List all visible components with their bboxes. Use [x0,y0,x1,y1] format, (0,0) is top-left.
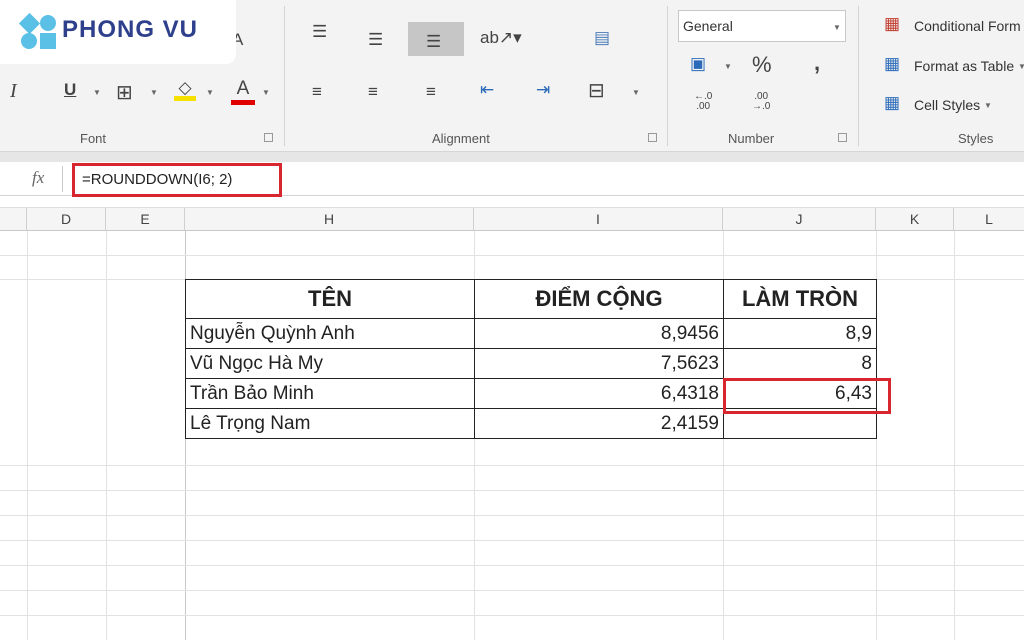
chevron-down-icon[interactable]: ▼ [632,88,640,97]
cell-styles-icon: ▦ [884,93,901,112]
column-header-l[interactable]: L [954,208,1024,231]
table-row: Nguyễn Quỳnh Anh 8,9456 8,9 [185,318,877,349]
increase-indent-icon[interactable]: ⇥ [536,80,550,100]
number-format-value: General [683,18,733,34]
selected-cell-highlight [723,378,891,414]
column-header-h[interactable]: H [185,208,474,231]
brand-logo: PHONG VU [0,0,236,64]
increase-decimal-button[interactable]: ←.0 .00 [694,92,712,112]
dialog-launcher-icon[interactable] [264,133,273,142]
column-header-k[interactable]: K [876,208,954,231]
cell-rounded[interactable]: 8,9 [723,318,877,349]
table-row: Vũ Ngọc Hà My 7,5623 8 [185,348,877,379]
top-align-icon[interactable]: ☰ [312,22,327,42]
chevron-down-icon: ▼ [833,23,841,32]
dialog-launcher-icon[interactable] [838,133,847,142]
wrap-text-icon[interactable]: ▤ [594,28,610,48]
comma-style-button[interactable]: , [814,50,820,76]
fill-color-icon[interactable]: ◇ [174,78,196,101]
cell-styles-label: Cell Styles [914,97,981,113]
percent-button[interactable]: % [752,52,772,78]
chevron-down-icon[interactable]: ▼ [724,62,732,71]
italic-button[interactable]: I [10,80,17,103]
ribbon-divider [0,152,1024,162]
cell-name[interactable]: Vũ Ngọc Hà My [185,348,475,379]
score-table: TÊN ĐIỂM CỘNG LÀM TRÒN Nguyễn Quỳnh Anh 8… [185,279,877,439]
header-rounded[interactable]: LÀM TRÒN [723,279,877,319]
formula-highlight-box [72,163,282,197]
accounting-format-icon[interactable]: ▣ [690,54,706,74]
align-left-icon[interactable]: ≡ [312,82,322,102]
header-name[interactable]: TÊN [185,279,475,319]
align-center-icon[interactable]: ≡ [368,82,378,102]
column-headers: D E H I J K L [0,207,1024,231]
cell-name[interactable]: Trần Bảo Minh [185,378,475,409]
dialog-launcher-icon[interactable] [648,133,657,142]
chevron-down-icon[interactable]: ▼ [150,88,158,97]
cell-score[interactable]: 6,4318 [474,378,724,409]
format-as-table-icon: ▦ [884,54,901,73]
cell-score[interactable]: 7,5623 [474,348,724,379]
bottom-align-button[interactable]: ☰ [408,22,464,56]
logo-text: PHONG VU [62,16,199,43]
chevron-down-icon: ▼ [1018,62,1024,71]
orientation-icon[interactable]: ab↗▾ [480,28,522,48]
chevron-down-icon: ▼ [984,101,992,110]
cell-score[interactable]: 2,4159 [474,408,724,439]
decrease-decimal-button[interactable]: .00 →.0 [752,92,770,112]
chevron-down-icon[interactable]: ▼ [93,88,101,97]
chevron-down-icon[interactable]: ▼ [206,88,214,97]
cell-rounded[interactable]: 8 [723,348,877,379]
align-right-icon[interactable]: ≡ [426,82,436,102]
chevron-down-icon[interactable]: ▼ [262,88,270,97]
header-score[interactable]: ĐIỂM CỘNG [474,279,724,319]
bottom-align-icon: ☰ [426,32,442,51]
styles-group-label: Styles [958,131,994,146]
format-as-table-label: Format as Table [914,58,1015,74]
insert-function-icon[interactable]: fx [32,168,44,188]
conditional-formatting-icon: ▦ [884,14,901,33]
cell-name[interactable]: Lê Trọng Nam [185,408,475,439]
decrease-indent-icon[interactable]: ⇤ [480,80,494,100]
column-header-j[interactable]: J [723,208,876,231]
column-header-i[interactable]: I [474,208,723,231]
font-color-icon: A [236,78,250,99]
underline-button[interactable]: U [64,80,76,100]
merge-center-icon[interactable]: ⊟ [588,78,605,103]
alignment-group-label: Alignment [432,131,490,146]
cell-name[interactable]: Nguyễn Quỳnh Anh [185,318,475,349]
table-header-row: TÊN ĐIỂM CỘNG LÀM TRÒN [185,279,877,319]
borders-icon[interactable]: ⊞ [116,80,133,105]
middle-align-icon[interactable]: ☰ [368,30,383,50]
conditional-formatting-label: Conditional Form [914,18,1021,34]
column-header-e[interactable]: E [106,208,185,231]
font-color-button[interactable]: A [231,78,255,105]
number-format-select[interactable]: General ▼ [678,10,846,42]
font-group-label: Font [80,131,107,146]
column-header-d[interactable]: D [27,208,106,231]
number-group-label: Number [728,131,775,146]
cell-score[interactable]: 8,9456 [474,318,724,349]
